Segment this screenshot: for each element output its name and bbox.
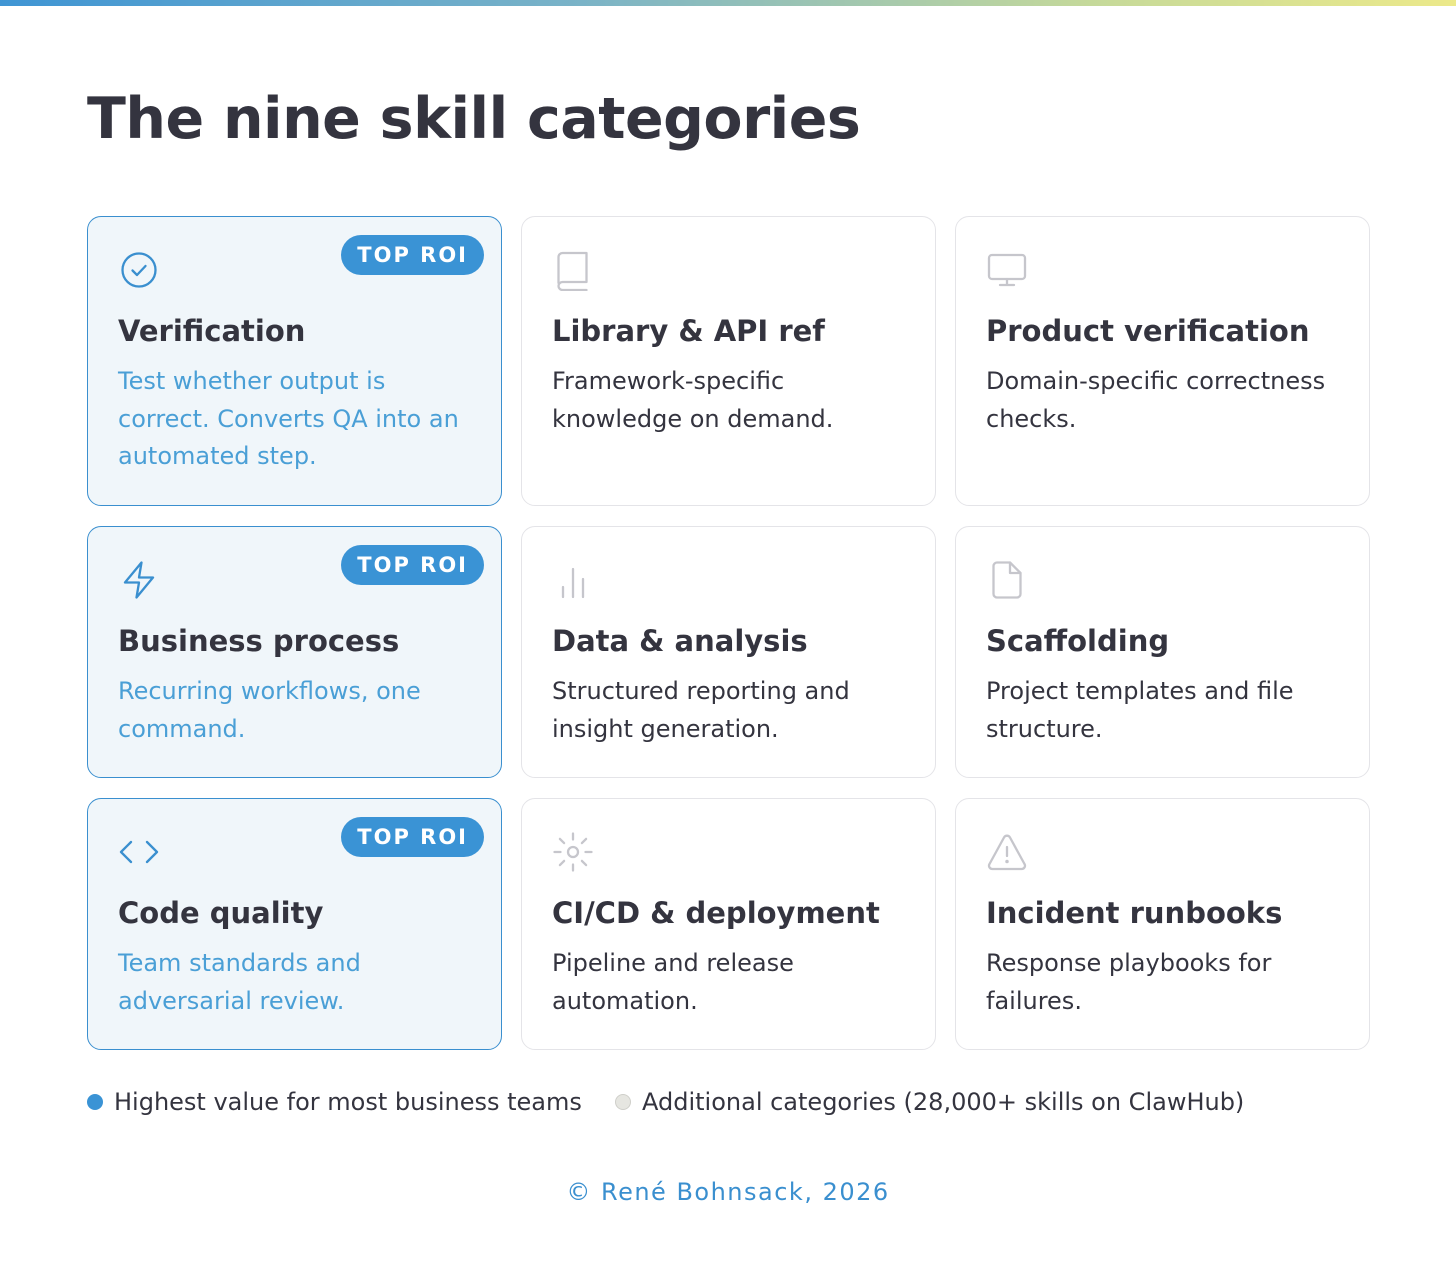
card-library-api-ref: Library & API ref Framework-specific kno… bbox=[521, 216, 936, 506]
legend-dot-highlight bbox=[87, 1094, 103, 1110]
card-description: Project templates and file structure. bbox=[986, 677, 1294, 743]
card-description: Pipeline and release automation. bbox=[552, 949, 794, 1015]
card-description: Structured reporting and insight generat… bbox=[552, 677, 850, 743]
card-description: Team standards and adversarial review. bbox=[118, 949, 361, 1015]
top-roi-badge: TOP ROI bbox=[341, 817, 484, 857]
top-roi-badge: TOP ROI bbox=[341, 545, 484, 585]
card-title: Verification bbox=[118, 314, 306, 348]
lightning-icon bbox=[118, 559, 160, 601]
card-description: Recurring workflows, one command. bbox=[118, 677, 421, 743]
card-title: Code quality bbox=[118, 896, 324, 930]
card-incident-runbooks: Incident runbooks Response playbooks for… bbox=[955, 798, 1370, 1050]
file-icon bbox=[986, 559, 1028, 601]
book-icon bbox=[552, 249, 594, 291]
card-data-analysis: Data & analysis Structured reporting and… bbox=[521, 526, 936, 778]
card-title: Business process bbox=[118, 624, 400, 658]
page-title: The nine skill categories bbox=[87, 86, 861, 152]
bar-chart-icon bbox=[552, 559, 594, 601]
top-gradient-bar bbox=[0, 0, 1456, 6]
card-title: Scaffolding bbox=[986, 624, 1170, 658]
legend-label: Highest value for most business teams bbox=[114, 1088, 582, 1116]
card-title: Data & analysis bbox=[552, 624, 808, 658]
copyright-footer: © René Bohnsack, 2026 bbox=[566, 1178, 890, 1206]
card-description: Framework-specific knowledge on demand. bbox=[552, 367, 834, 433]
top-roi-badge: TOP ROI bbox=[341, 235, 484, 275]
card-title: Product verification bbox=[986, 314, 1310, 348]
card-description: Test whether output is correct. Converts… bbox=[118, 367, 459, 470]
legend-label: Additional categories (28,000+ skills on… bbox=[642, 1088, 1245, 1116]
card-ci-cd-deployment: CI/CD & deployment Pipeline and release … bbox=[521, 798, 936, 1050]
card-description: Domain-specific correctness checks. bbox=[986, 367, 1326, 433]
card-scaffolding: Scaffolding Project templates and file s… bbox=[955, 526, 1370, 778]
legend-highlight: Highest value for most business teams bbox=[87, 1084, 582, 1120]
warning-triangle-icon bbox=[986, 831, 1028, 873]
card-title: CI/CD & deployment bbox=[552, 896, 880, 930]
legend-dot-other bbox=[615, 1094, 631, 1110]
sun-gear-icon bbox=[552, 831, 594, 873]
card-product-verification: Product verification Domain-specific cor… bbox=[955, 216, 1370, 506]
legend-other: Additional categories (28,000+ skills on… bbox=[615, 1084, 1244, 1120]
card-title: Library & API ref bbox=[552, 314, 825, 348]
card-business-process: TOP ROI Business process Recurring workf… bbox=[87, 526, 502, 778]
card-code-quality: TOP ROI Code quality Team standards and … bbox=[87, 798, 502, 1050]
check-circle-icon bbox=[118, 249, 160, 291]
card-description: Response playbooks for failures. bbox=[986, 949, 1272, 1015]
card-verification: TOP ROI Verification Test whether output… bbox=[87, 216, 502, 506]
code-brackets-icon bbox=[118, 831, 160, 873]
card-title: Incident runbooks bbox=[986, 896, 1283, 930]
monitor-icon bbox=[986, 249, 1028, 291]
